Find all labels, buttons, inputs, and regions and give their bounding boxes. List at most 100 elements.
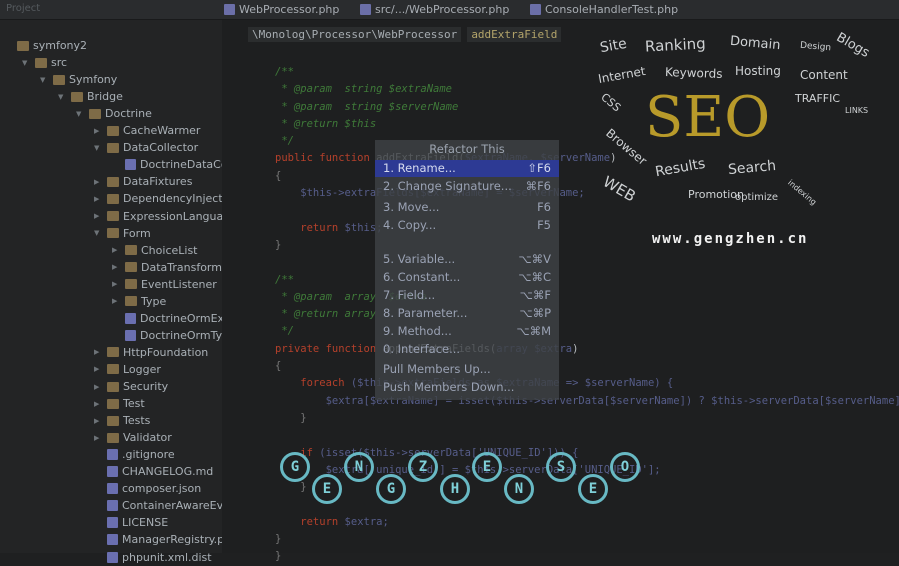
chevron-right-icon[interactable]: ▶ [94, 417, 103, 425]
tree-item-label: ManagerRegistry.php [122, 533, 239, 547]
project-view-label[interactable]: Project [6, 3, 40, 14]
tree-item[interactable]: symfony2 [4, 37, 87, 54]
tree-item[interactable]: ▶ HttpFoundation [94, 344, 208, 361]
refactor-menu-item[interactable]: 1. Rename... ⇧F6 [375, 160, 559, 177]
refactor-menu-item[interactable]: 7. Field... ⌥⌘F [375, 287, 559, 304]
code-token: { [275, 360, 282, 373]
tree-item[interactable]: .gitignore [94, 446, 175, 463]
chevron-right-icon[interactable]: ▶ [112, 263, 121, 271]
lightbulb-icon: Z [408, 452, 438, 482]
file-icon [125, 329, 136, 341]
tree-item[interactable]: ▶ DataFixtures [94, 173, 192, 190]
tree-item[interactable]: ▶ DependencyInjection [94, 190, 239, 207]
folder-icon [107, 193, 119, 204]
tree-item[interactable]: LICENSE [94, 514, 168, 531]
chevron-right-icon[interactable]: ▶ [94, 178, 103, 186]
folder-icon [17, 40, 29, 51]
code-token: { [275, 169, 282, 182]
menu-item-shortcut: F6 [537, 200, 551, 214]
chevron-down-icon[interactable]: ▼ [76, 110, 85, 118]
code-line: * @return array [275, 306, 899, 323]
tree-item[interactable]: ▶ ExpressionLanguage [94, 208, 237, 225]
lightbulb-icon: E [578, 474, 608, 504]
chevron-right-icon[interactable]: ▶ [112, 297, 121, 305]
tree-item[interactable]: ▼ Bridge [58, 88, 123, 105]
tree-item[interactable]: ▶ ChoiceList [112, 242, 197, 259]
lightbulb-icon: O [610, 452, 640, 482]
chevron-down-icon[interactable]: ▼ [22, 59, 31, 67]
tree-item[interactable]: ▶ Tests [94, 412, 150, 429]
chevron-down-icon[interactable]: ▼ [58, 93, 67, 101]
watermark-url: www.gengzhen.cn [652, 231, 809, 247]
tree-item[interactable]: ▶ DataTransformer [112, 259, 233, 276]
tree-item[interactable]: composer.json [94, 480, 201, 497]
tree-item[interactable]: ▶ Type [112, 293, 166, 310]
menu-item-label: Push Members Down... [383, 380, 515, 394]
tree-item[interactable]: ▶ CacheWarmer [94, 122, 200, 139]
tree-item-label: DataCollector [123, 141, 199, 155]
folder-icon [89, 108, 101, 119]
refactor-menu-item[interactable]: 3. Move... F6 [375, 199, 559, 216]
tree-item-label: LICENSE [122, 516, 169, 530]
lightbulb-icon: N [504, 474, 534, 504]
tree-item[interactable]: phpunit.xml.dist [94, 549, 212, 566]
chevron-right-icon[interactable]: ▶ [94, 212, 103, 220]
refactor-menu-item[interactable]: 5. Variable... ⌥⌘V [375, 251, 559, 268]
tree-item[interactable]: ManagerRegistry.php [94, 531, 238, 548]
tree-item[interactable]: ▼ Symfony [40, 71, 117, 88]
tree-item[interactable]: ▶ Security [94, 378, 168, 395]
tab-webprocessor[interactable]: WebProcessor.php [224, 3, 339, 16]
chevron-right-icon[interactable]: ▶ [94, 365, 103, 373]
tree-item[interactable]: ▶ Validator [94, 429, 172, 446]
tree-item[interactable]: ▼ DataCollector [94, 139, 198, 156]
refactor-menu-item[interactable]: 8. Parameter... ⌥⌘P [375, 305, 559, 322]
refactor-menu-item[interactable]: 0. Interface... [375, 341, 559, 358]
tree-item-label: Bridge [87, 90, 123, 104]
tree-item[interactable]: CHANGELOG.md [94, 463, 213, 480]
refactor-menu-item[interactable]: 9. Method... ⌥⌘M [375, 323, 559, 340]
tree-item[interactable]: ▶ Test [94, 395, 145, 412]
chevron-right-icon[interactable]: ▶ [94, 383, 103, 391]
refactor-menu-item[interactable]: 4. Copy... F5 [375, 217, 559, 234]
folder-icon [125, 262, 137, 273]
menu-item-shortcut: ⌥⌘C [518, 270, 551, 284]
menu-item-shortcut: ⌥⌘M [516, 324, 551, 338]
tab-label: WebProcessor.php [239, 3, 340, 16]
refactor-this-popup: Refactor This 1. Rename... ⇧F6 2. Change S… [375, 140, 559, 400]
refactor-menu-item[interactable]: 6. Constant... ⌥⌘C [375, 269, 559, 286]
breadcrumb-method[interactable]: addExtraField [467, 27, 562, 42]
tree-item[interactable]: ▶ Logger [94, 361, 161, 378]
tree-item[interactable]: ▶ EventListener [112, 276, 217, 293]
refactor-menu-item[interactable]: Pull Members Up... [375, 361, 559, 378]
chevron-right-icon[interactable]: ▶ [94, 127, 103, 135]
tree-item[interactable]: ▼ Doctrine [76, 105, 152, 122]
chevron-down-icon[interactable]: ▼ [40, 76, 49, 84]
chevron-right-icon[interactable]: ▶ [94, 195, 103, 203]
chevron-right-icon[interactable]: ▶ [112, 246, 121, 254]
menu-item-label: 9. Method... [383, 324, 452, 338]
tree-item-label: HttpFoundation [123, 345, 209, 359]
refactor-menu-item[interactable]: Push Members Down... [375, 379, 559, 396]
chevron-right-icon[interactable]: ▶ [94, 348, 103, 356]
folder-icon [107, 347, 119, 358]
tree-item[interactable]: ▼ src [22, 54, 67, 71]
file-icon [107, 534, 118, 546]
breadcrumb-class[interactable]: \Monolog\Processor\WebProcessor [248, 27, 462, 42]
tree-item-label: phpunit.xml.dist [122, 550, 212, 564]
refactor-menu-item[interactable]: 2. Change Signature... ⌘F6 [375, 178, 559, 195]
tree-item[interactable]: ▼ Form [94, 225, 151, 242]
chevron-right-icon[interactable]: ▶ [112, 280, 121, 288]
tab-src-webprocessor[interactable]: src/.../WebProcessor.php [360, 3, 509, 16]
file-icon [107, 466, 118, 478]
chevron-right-icon[interactable]: ▶ [94, 400, 103, 408]
tab-consolehandlertest[interactable]: ConsoleHandlerTest.php [530, 3, 678, 16]
code-token: ) [610, 152, 617, 165]
tree-item-label: symfony2 [33, 39, 88, 52]
tree-item-label: .gitignore [122, 448, 175, 462]
code-line: return $extra; [275, 514, 899, 531]
code-token: public function [275, 152, 377, 165]
chevron-down-icon[interactable]: ▼ [94, 144, 103, 152]
code-line: * @param array $extra [275, 289, 899, 306]
chevron-down-icon[interactable]: ▼ [94, 229, 103, 237]
chevron-right-icon[interactable]: ▶ [94, 434, 103, 442]
